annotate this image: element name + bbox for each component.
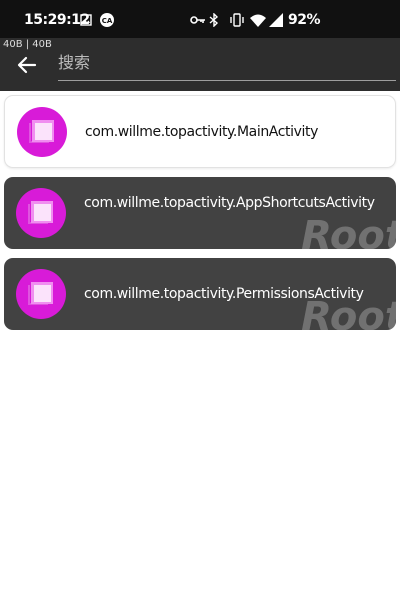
status-bar: 15:29:12 CA 92% [0,0,400,38]
arrow-back-icon [17,56,37,74]
activity-item-permissions[interactable]: com.willme.topactivity.PermissionsActivi… [4,258,396,330]
network-speed: 40B | 40B [3,39,52,50]
activity-name: com.willme.topactivity.AppShortcutsActiv… [84,195,375,211]
app-icon [17,107,67,157]
bluetooth-icon [209,13,219,27]
activity-name: com.willme.topactivity.PermissionsActivi… [84,286,364,302]
activity-item-app-shortcuts[interactable]: com.willme.topactivity.AppShortcutsActiv… [4,177,396,249]
search-input[interactable] [58,48,396,80]
signal-icon [269,13,283,27]
battery-level: 92% [288,12,321,28]
app-icon [16,269,66,319]
vibrate-icon [229,13,245,27]
back-button[interactable] [13,51,41,79]
vpn-key-icon [190,13,206,27]
wifi-icon [250,13,266,27]
top-app-bar: 40B | 40B [0,38,400,91]
search-field [58,48,396,81]
svg-text:CA: CA [102,17,113,25]
app-icon [16,188,66,238]
ca-icon: CA [99,13,115,27]
activity-item-main[interactable]: com.willme.topactivity.MainActivity [4,95,396,168]
activity-name: com.willme.topactivity.MainActivity [85,124,318,140]
root-badge: Root [301,213,396,249]
image-icon [80,13,92,27]
